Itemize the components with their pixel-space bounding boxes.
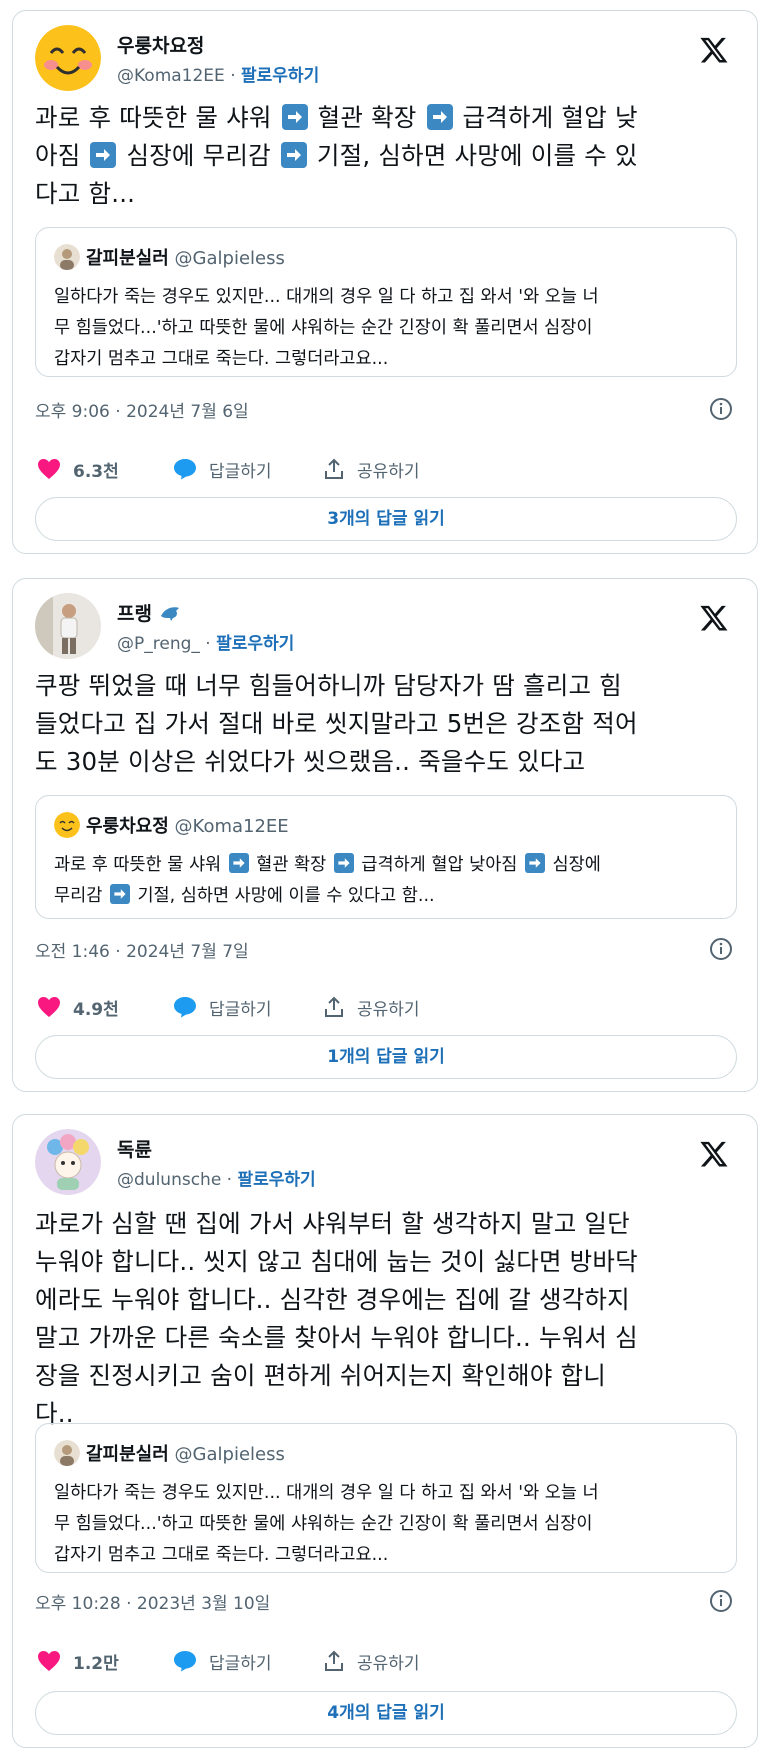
- info-icon[interactable]: [709, 937, 733, 961]
- text-line: 과로 후 따뜻한 물 샤워 혈관 확장 급격하게 혈압 낮: [35, 103, 638, 132]
- like-button[interactable]: 6.3천: [37, 454, 119, 484]
- quoted-tweet[interactable]: 갈피분실러 @Galpieless 일하다가 죽는 경우도 있지만... 대개의…: [35, 1423, 737, 1573]
- right-arrow-icon: [426, 104, 453, 130]
- share-button[interactable]: 공유하기: [323, 992, 420, 1022]
- reply-button[interactable]: 답글하기: [173, 1646, 272, 1676]
- avatar[interactable]: [35, 1129, 101, 1195]
- read-replies-button[interactable]: 1개의 답글 읽기: [35, 1035, 737, 1079]
- reply-button[interactable]: 답글하기: [173, 992, 272, 1022]
- avatar[interactable]: [35, 25, 101, 91]
- heart-icon: [38, 1651, 60, 1671]
- quoted-name: 우룽차요정: [86, 816, 169, 837]
- reply-bubble-icon: [174, 997, 196, 1018]
- like-count: 1.2만: [73, 1653, 119, 1674]
- tweet-text: 과로 후 따뜻한 물 샤워 혈관 확장 급격하게 혈압 낮 아짐 심장에 무리감…: [35, 99, 638, 213]
- quoted-header: 갈피분실러 @Galpieless: [54, 1440, 285, 1466]
- action-bar: 4.9천 답글하기 공유하기: [37, 992, 537, 1022]
- tweet-card-2: 프랭 @P_reng_ · 팔로우하기 쿠팡 뛰었을 때 너무 힘들어하니까 담…: [12, 578, 758, 1092]
- display-name[interactable]: 프랭: [117, 599, 181, 626]
- heart-icon: [38, 997, 60, 1017]
- tweet-card-3: 독륜 @dulunsche · 팔로우하기 과로가 심할 땐 집에 가서 샤워부…: [12, 1114, 758, 1748]
- info-icon[interactable]: [709, 1589, 733, 1613]
- quoted-header: 갈피분실러 @Galpieless: [54, 244, 285, 270]
- quoted-text: 과로 후 따뜻한 물 샤워 혈관 확장 급격하게 혈압 낮아짐 심장에 무리감 …: [54, 853, 601, 906]
- share-button[interactable]: 공유하기: [323, 454, 420, 484]
- quoted-handle: @Koma12EE: [174, 816, 289, 837]
- separator: ·: [221, 1170, 238, 1190]
- quoted-tweet[interactable]: 우룽차요정 @Koma12EE 과로 후 따뜻한 물 샤워 혈관 확장 급격하게…: [35, 795, 737, 919]
- right-arrow-icon: [228, 853, 249, 873]
- follow-button[interactable]: 팔로우하기: [238, 1170, 316, 1190]
- reply-bubble-icon: [174, 459, 196, 480]
- separator: ·: [224, 66, 242, 86]
- quoted-name: 갈피분실러: [86, 248, 169, 269]
- tweet-header: 우룽차요정 @Koma12EE · 팔로우하기: [35, 25, 735, 91]
- separator: ·: [199, 634, 217, 654]
- share-icon: [325, 1650, 343, 1671]
- share-icon: [325, 458, 343, 479]
- right-arrow-icon: [281, 104, 308, 130]
- tweet-header: 프랭 @P_reng_ · 팔로우하기: [35, 593, 735, 659]
- handle[interactable]: @P_reng_: [117, 634, 200, 654]
- action-bar: 1.2만 답글하기 공유하기: [37, 1646, 537, 1676]
- follow-button[interactable]: 팔로우하기: [241, 66, 319, 86]
- display-name[interactable]: 독륜: [117, 1135, 152, 1162]
- timestamp[interactable]: 오후 9:06 · 2024년 7월 6일: [35, 397, 249, 422]
- timestamp[interactable]: 오후 10:28 · 2023년 3월 10일: [35, 1589, 270, 1614]
- info-icon[interactable]: [709, 397, 733, 421]
- quoted-text: 일하다가 죽는 경우도 있지만... 대개의 경우 일 다 하고 집 와서 '와…: [54, 287, 599, 369]
- x-logo-icon[interactable]: [699, 603, 729, 633]
- dolphin-icon: [160, 607, 179, 621]
- text-line: 다고 함...: [35, 179, 136, 208]
- quoted-avatar: [54, 1440, 80, 1466]
- like-count: 6.3천: [73, 461, 119, 482]
- right-arrow-icon: [333, 853, 354, 873]
- text-line: 아짐 심장에 무리감 기절, 심하면 사망에 이를 수 있: [35, 141, 638, 170]
- follow-button[interactable]: 팔로우하기: [216, 634, 294, 654]
- like-count: 4.9천: [73, 999, 119, 1020]
- action-bar: 6.3천 답글하기 공유하기: [37, 454, 537, 484]
- quoted-name: 갈피분실러: [86, 1444, 169, 1465]
- tweet-header: 독륜 @dulunsche · 팔로우하기: [35, 1129, 735, 1195]
- handle-row: @P_reng_ · 팔로우하기: [117, 629, 294, 654]
- read-replies-button[interactable]: 3개의 답글 읽기: [35, 497, 737, 541]
- display-name[interactable]: 우룽차요정: [117, 31, 204, 58]
- quoted-header: 우룽차요정 @Koma12EE: [54, 812, 289, 838]
- quoted-handle: @Galpieless: [174, 248, 285, 269]
- right-arrow-icon: [280, 142, 307, 168]
- quoted-text: 일하다가 죽는 경우도 있지만... 대개의 경우 일 다 하고 집 와서 '와…: [54, 1483, 599, 1565]
- read-replies-button[interactable]: 4개의 답글 읽기: [35, 1691, 737, 1735]
- x-logo-icon[interactable]: [699, 35, 729, 65]
- handle-row: @dulunsche · 팔로우하기: [117, 1165, 316, 1190]
- right-arrow-icon: [524, 853, 545, 873]
- x-logo-icon[interactable]: [699, 1139, 729, 1169]
- share-icon: [325, 996, 343, 1017]
- quoted-tweet[interactable]: 갈피분실러 @Galpieless 일하다가 죽는 경우도 있지만... 대개의…: [35, 227, 737, 377]
- right-arrow-icon: [109, 884, 130, 904]
- handle-row: @Koma12EE · 팔로우하기: [117, 61, 319, 86]
- like-button[interactable]: 4.9천: [37, 992, 119, 1022]
- handle[interactable]: @dulunsche: [117, 1170, 221, 1190]
- share-button[interactable]: 공유하기: [323, 1646, 420, 1676]
- reply-bubble-icon: [174, 1651, 196, 1672]
- right-arrow-icon: [90, 142, 117, 168]
- handle[interactable]: @Koma12EE: [117, 66, 225, 86]
- quoted-avatar: [54, 812, 80, 838]
- quoted-handle: @Galpieless: [174, 1444, 285, 1465]
- tweet-text: 과로가 심할 땐 집에 가서 샤워부터 할 생각하지 말고 일단 누워야 합니다…: [35, 1209, 638, 1428]
- tweet-text: 쿠팡 뛰었을 때 너무 힘들어하니까 담당자가 땀 흘리고 힘 들었다고 집 가…: [35, 671, 638, 776]
- reply-button[interactable]: 답글하기: [173, 454, 272, 484]
- heart-icon: [38, 459, 60, 479]
- timestamp[interactable]: 오전 1:46 · 2024년 7월 7일: [35, 937, 249, 962]
- tweet-card-1: 우룽차요정 @Koma12EE · 팔로우하기 과로 후 따뜻한 물 샤워 혈관…: [12, 10, 758, 554]
- quoted-avatar: [54, 244, 80, 270]
- avatar[interactable]: [35, 593, 101, 659]
- like-button[interactable]: 1.2만: [37, 1646, 119, 1676]
